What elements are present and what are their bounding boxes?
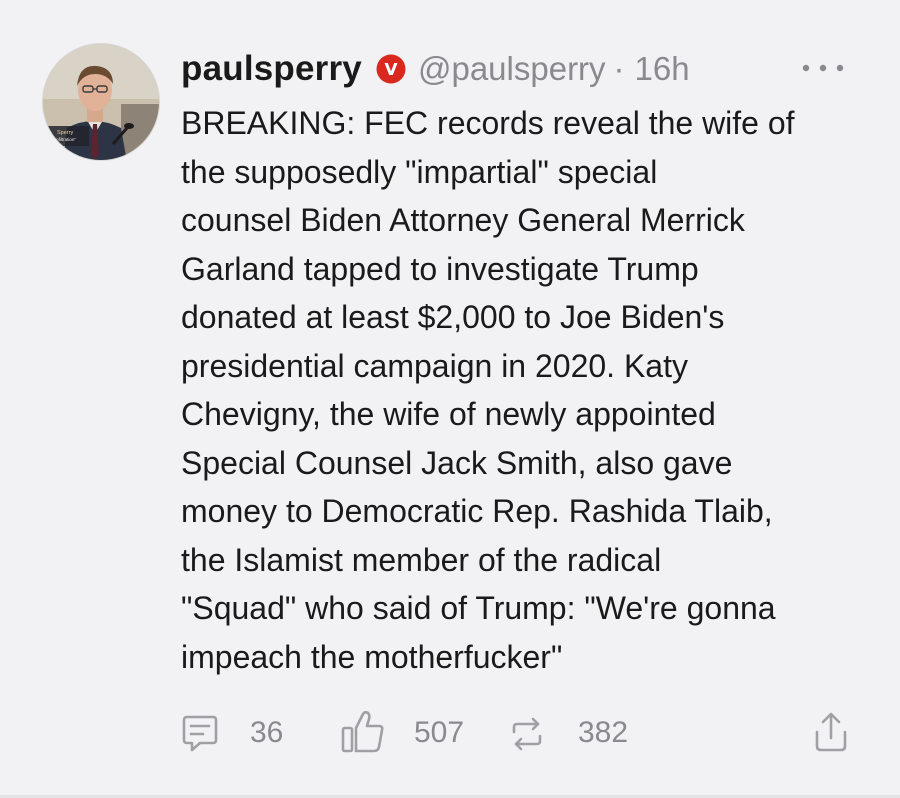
comment-count[interactable]: 36 (250, 716, 283, 750)
user-handle[interactable]: @paulsperry (418, 50, 606, 88)
post-body-line: donated at least $2,000 to Joe Biden's (181, 299, 725, 335)
post-body-line: BREAKING: FEC records reveal the wife of (181, 105, 795, 141)
post-body-line: "Squad" who said of Trump: "We're gonna (181, 590, 776, 626)
display-name[interactable]: paulsperry (181, 49, 362, 89)
post-card[interactable]: Sperry or. "Infiltration" paulsperry @pa… (0, 0, 900, 798)
verified-badge-icon (376, 54, 406, 84)
header-separator: · (613, 50, 625, 87)
post-timestamp[interactable]: 16h (635, 50, 690, 88)
post-actions: 36 507 382 (0, 706, 900, 766)
post-body-line: counsel Biden Attorney General Merrick (181, 202, 745, 238)
avatar[interactable]: Sperry or. "Infiltration" (42, 43, 160, 161)
avatar-caption-1: Sperry (57, 130, 73, 136)
post-body-line: impeach the motherfucker" (181, 638, 563, 675)
post-body-line: the supposedly "impartial" special (181, 153, 658, 190)
post-body-line: presidential campaign in 2020. Katy (181, 347, 688, 384)
share-icon[interactable] (810, 710, 852, 759)
comment-icon[interactable] (180, 712, 220, 761)
post-header: paulsperry @paulsperry · 16h (181, 44, 690, 94)
post-body-line: money to Democratic Rep. Rashida Tlaib, (181, 493, 773, 529)
post-body-line: Special Counsel Jack Smith, also gave (181, 444, 733, 481)
like-count[interactable]: 507 (414, 716, 464, 750)
avatar-image: Sperry or. "Infiltration" (43, 44, 159, 160)
post-body: BREAKING: FEC records reveal the wife of… (181, 99, 881, 681)
avatar-caption-2: or. "Infiltration" (47, 137, 76, 142)
more-dots-icon[interactable] (800, 58, 846, 78)
post-body-line: Chevigny, the wife of newly appointed (181, 396, 716, 432)
thumbs-up-icon[interactable] (340, 708, 386, 761)
repost-count[interactable]: 382 (578, 716, 628, 750)
repost-icon[interactable] (510, 716, 544, 757)
post-body-line: Garland tapped to investigate Trump (181, 250, 699, 287)
post-body-line: the Islamist member of the radical (181, 541, 662, 578)
